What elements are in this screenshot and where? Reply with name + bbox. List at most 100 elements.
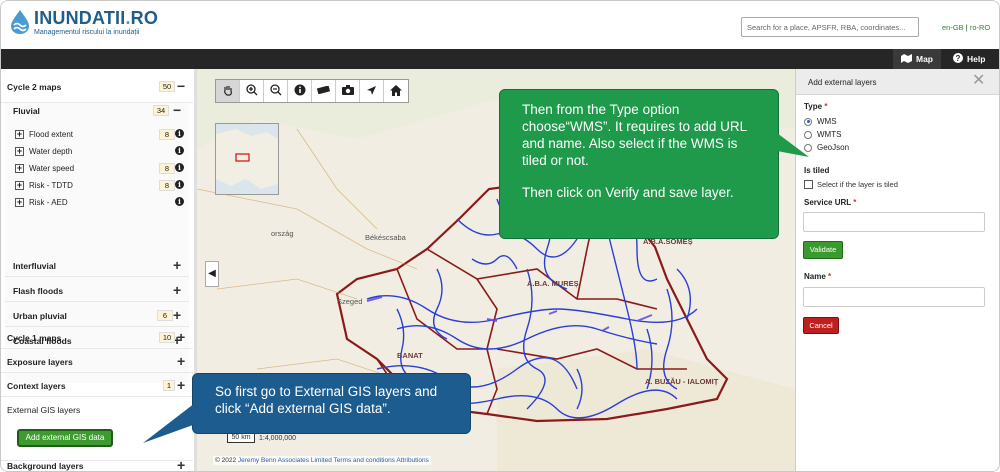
- map-region-label: A. BUZĂU - IALOMIȚ: [645, 377, 719, 386]
- group-external-label: External GIS layers: [7, 405, 81, 415]
- expand-icon[interactable]: +: [177, 458, 185, 471]
- tiled-checkbox-label: Select if the layer is tiled: [817, 180, 898, 189]
- overview-minimap[interactable]: [215, 123, 279, 195]
- collapse-sidebar-toggle[interactable]: ◀: [205, 261, 219, 287]
- expand-icon[interactable]: +: [177, 378, 185, 392]
- cancel-button[interactable]: Cancel: [803, 317, 839, 334]
- measure-button[interactable]: [312, 80, 336, 102]
- collapse-icon[interactable]: −: [173, 103, 181, 117]
- group-cycle2-maps[interactable]: Cycle 2 maps 50 −: [1, 69, 193, 103]
- expand-plus-icon[interactable]: +: [15, 198, 24, 207]
- top-navbar: Map ? Help: [1, 49, 999, 69]
- nav-help-button[interactable]: ? Help: [945, 49, 993, 69]
- layer-item-risk-tdtd[interactable]: + Risk - TDTD 8 i: [13, 178, 189, 195]
- overview-map-graphic: [216, 124, 278, 194]
- radio-selected-icon[interactable]: [804, 117, 812, 126]
- expand-plus-icon[interactable]: +: [15, 130, 24, 139]
- info-icon[interactable]: i: [175, 129, 184, 138]
- group-cycle1-maps[interactable]: Cycle 1 maps 10 +: [1, 325, 193, 349]
- layer-item-risk-aed[interactable]: + Risk - AED i: [13, 195, 189, 212]
- map-place-label: Békéscsaba: [365, 233, 406, 242]
- group-exposure-layers[interactable]: Exposure layers +: [1, 349, 193, 373]
- callout-text: So first go to External GIS layers and c…: [215, 384, 438, 416]
- add-external-gis-data-button[interactable]: Add external GIS data: [17, 429, 113, 447]
- info-icon[interactable]: i: [175, 180, 184, 189]
- attribution-terms-link[interactable]: Terms and conditions: [334, 457, 395, 464]
- expand-icon[interactable]: +: [177, 354, 185, 368]
- type-option-wms[interactable]: WMS: [804, 117, 837, 126]
- group-urban-pluvial-label: Urban pluvial: [13, 311, 67, 321]
- zoom-in-icon: [245, 84, 258, 98]
- expand-icon[interactable]: +: [173, 308, 181, 322]
- help-icon: ?: [953, 53, 963, 65]
- callout-pointer-arrow: [777, 133, 809, 157]
- nav-map-button[interactable]: Map: [893, 49, 941, 69]
- info-icon[interactable]: i: [175, 163, 184, 172]
- home-button[interactable]: [384, 80, 408, 102]
- panel-header: Add external layers ✕: [796, 69, 999, 95]
- scale-bar: 50 km 1:4,000,000: [227, 433, 296, 443]
- group-interfluvial[interactable]: Interfluvial +: [5, 253, 189, 277]
- lang-separator: |: [965, 23, 968, 32]
- collapse-icon[interactable]: −: [177, 79, 185, 93]
- lang-ro-link[interactable]: ro-RO: [970, 23, 990, 32]
- group-background-layers[interactable]: Background layers +: [1, 453, 193, 471]
- map-region-label: A.B.A. MUREȘ: [527, 279, 579, 288]
- attribution-copyright: © 2022: [215, 457, 237, 464]
- expand-icon[interactable]: +: [173, 258, 181, 272]
- measure-icon: [316, 85, 331, 96]
- is-tiled-label: Is tiled: [804, 166, 830, 175]
- tiled-checkbox-row[interactable]: Select if the layer is tiled: [804, 180, 898, 189]
- type-option-label: WMTS: [817, 130, 842, 139]
- expand-icon[interactable]: +: [177, 330, 185, 344]
- name-input[interactable]: [803, 287, 985, 307]
- type-option-label: WMS: [817, 117, 837, 126]
- count-badge: 1: [163, 380, 175, 391]
- service-url-label: Service URL *: [804, 198, 857, 207]
- group-context-layers[interactable]: Context layers 1 +: [1, 373, 193, 397]
- group-urban-pluvial[interactable]: Urban pluvial 6 +: [5, 302, 189, 327]
- logo-subtitle: Managementul riscului la inundații: [34, 29, 140, 36]
- layer-item-water-depth[interactable]: + Water depth i: [13, 144, 189, 161]
- map-attribution: © 2022 Jeremy Benn Associates Limited Te…: [213, 456, 431, 465]
- info-icon[interactable]: i: [175, 197, 184, 206]
- close-icon[interactable]: ✕: [972, 73, 985, 89]
- map-place-label: ország: [271, 229, 294, 238]
- info-button[interactable]: [288, 80, 312, 102]
- zoom-out-button[interactable]: [264, 80, 288, 102]
- pan-tool-button[interactable]: [216, 80, 240, 102]
- group-fluvial[interactable]: Fluvial 34 −: [5, 103, 189, 119]
- expand-icon[interactable]: +: [173, 283, 181, 297]
- type-option-label: GeoJson: [817, 143, 850, 152]
- count-badge: 8: [159, 180, 175, 191]
- expand-plus-icon[interactable]: +: [15, 147, 24, 156]
- logo[interactable]: INUNDATII.RO Managementul riscului la in…: [9, 9, 158, 37]
- group-background-label: Background layers: [7, 461, 84, 471]
- layer-item-flood-extent[interactable]: + Flood extent 8 i: [13, 127, 189, 144]
- type-label: Type *: [804, 102, 828, 111]
- screenshot-button[interactable]: [336, 80, 360, 102]
- tiled-checkbox[interactable]: [804, 180, 813, 189]
- group-exposure-label: Exposure layers: [7, 357, 73, 367]
- group-interfluvial-label: Interfluvial: [13, 261, 56, 271]
- layer-label: Flood extent: [29, 130, 74, 139]
- attribution-author-link[interactable]: Jeremy Benn Associates Limited: [238, 457, 332, 464]
- locate-button[interactable]: [360, 80, 384, 102]
- panel-title: Add external layers: [808, 78, 877, 87]
- service-url-input[interactable]: [803, 212, 985, 232]
- group-flash-floods[interactable]: Flash floods +: [5, 277, 189, 302]
- expand-plus-icon[interactable]: +: [15, 164, 24, 173]
- layer-item-water-speed[interactable]: + Water speed 8 i: [13, 161, 189, 178]
- attribution-link[interactable]: Attributions: [396, 457, 429, 464]
- home-icon: [390, 84, 402, 98]
- validate-button[interactable]: Validate: [803, 241, 843, 259]
- count-badge: 10: [159, 332, 175, 343]
- info-icon[interactable]: i: [175, 146, 184, 155]
- group-cycle2-label: Cycle 2 maps: [7, 82, 62, 92]
- lang-en-link[interactable]: en-GB: [942, 23, 964, 32]
- expand-plus-icon[interactable]: +: [15, 181, 24, 190]
- zoom-in-button[interactable]: [240, 80, 264, 102]
- search-input[interactable]: [741, 17, 919, 37]
- info-icon: [294, 84, 306, 98]
- layer-label: Water speed: [29, 164, 75, 173]
